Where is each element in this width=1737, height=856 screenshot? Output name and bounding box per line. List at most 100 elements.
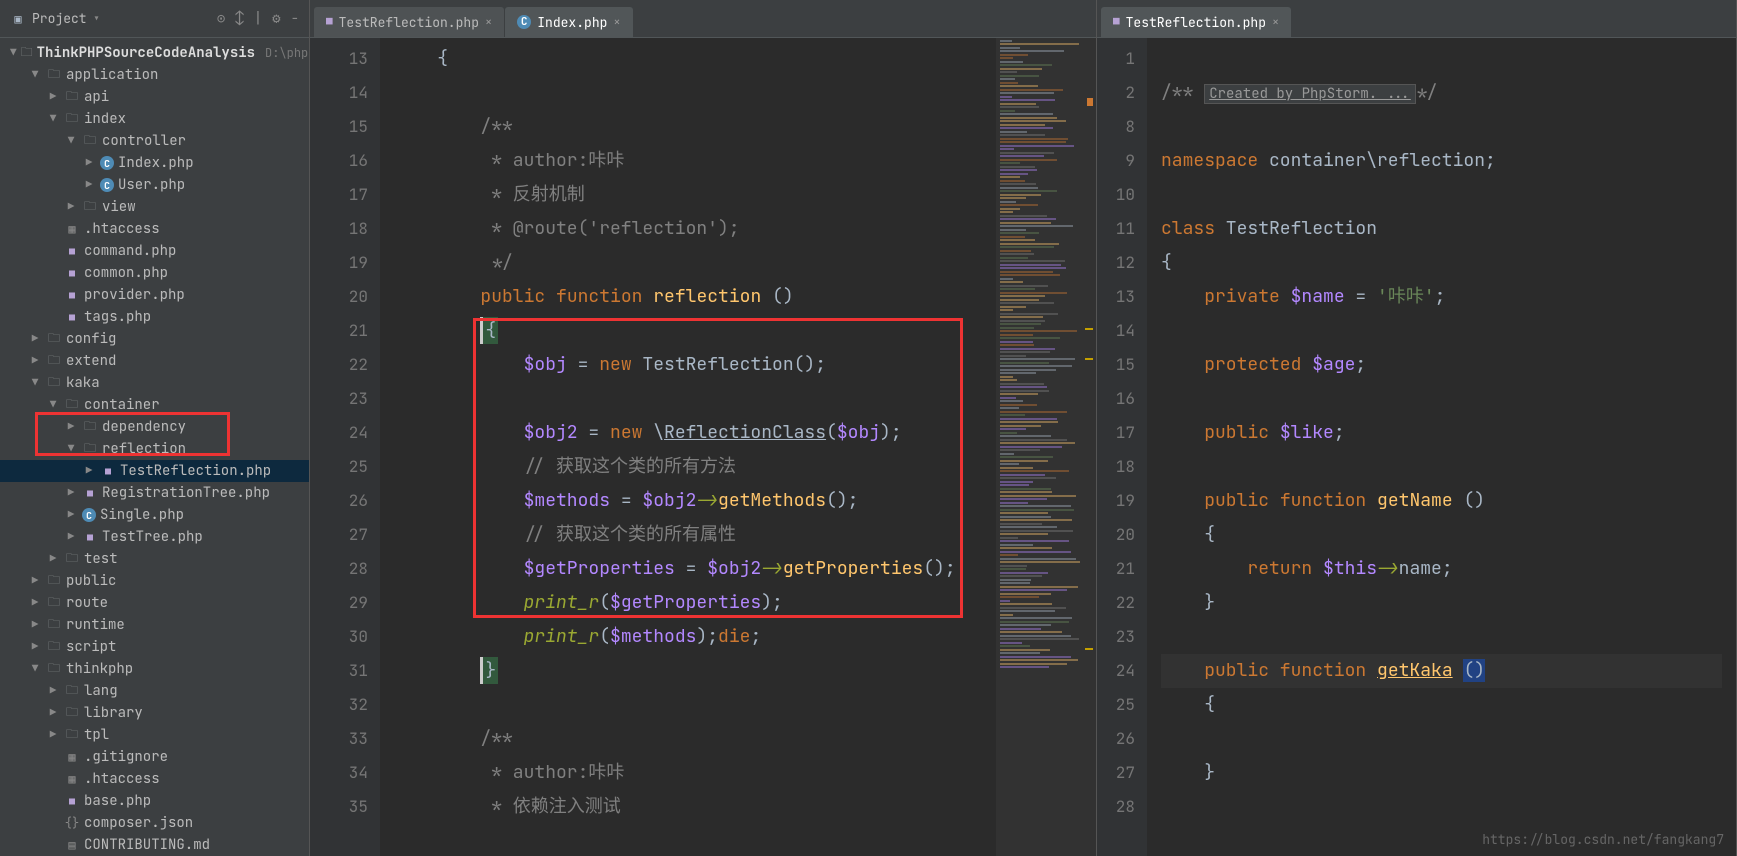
chevron-icon[interactable]: ▶ <box>64 508 78 522</box>
tree-item[interactable]: ▼🗀container <box>0 394 309 416</box>
annotation-marker[interactable] <box>1085 358 1093 360</box>
chevron-icon[interactable]: ▶ <box>28 596 42 610</box>
collapse-icon[interactable]: ↕ <box>235 10 243 28</box>
tree-item[interactable]: ▶🗀config <box>0 328 309 350</box>
tree-item[interactable]: ■tags.php <box>0 306 309 328</box>
chevron-icon[interactable]: ▶ <box>82 156 96 170</box>
right-code-area[interactable]: 1289101112131415161718192021222324252627… <box>1097 38 1736 856</box>
tree-item[interactable]: ▼🗀thinkphp <box>0 658 309 680</box>
tree-item[interactable]: ▶CUser.php <box>0 174 309 196</box>
chevron-icon[interactable]: ▶ <box>64 420 78 434</box>
tree-item[interactable]: ▶CSingle.php <box>0 504 309 526</box>
tab[interactable]: ■ TestReflection.php × <box>1101 7 1291 37</box>
tree-item[interactable]: ▦.htaccess <box>0 218 309 240</box>
chevron-icon[interactable]: ▶ <box>64 200 78 214</box>
target-icon[interactable]: ⊙ <box>217 10 225 28</box>
hide-icon[interactable]: − <box>291 10 299 28</box>
chevron-icon[interactable]: ▶ <box>82 178 96 192</box>
tree-item[interactable]: ■provider.php <box>0 284 309 306</box>
tree-item[interactable]: ▶CIndex.php <box>0 152 309 174</box>
gear-icon[interactable]: ⚙ <box>272 10 280 28</box>
chevron-icon[interactable]: ▶ <box>28 354 42 368</box>
tab[interactable]: ■TestReflection.php× <box>314 7 504 37</box>
tree-label: view <box>102 198 136 216</box>
main-code[interactable]: { /** * author:咔咔 * 反射机制 * @route('refle… <box>380 38 996 856</box>
project-icon: ▣ <box>10 11 26 27</box>
chevron-icon[interactable]: ▼ <box>64 442 78 456</box>
tree-item[interactable]: ▶🗀test <box>0 548 309 570</box>
chevron-icon[interactable]: ▶ <box>46 728 60 742</box>
tree-item[interactable]: ▶🗀runtime <box>0 614 309 636</box>
tree-item[interactable]: ■common.php <box>0 262 309 284</box>
tree-label: route <box>66 594 108 612</box>
chevron-icon[interactable]: ▶ <box>46 706 60 720</box>
tree-label: common.php <box>84 264 168 282</box>
class-icon: C <box>82 508 96 522</box>
chevron-icon[interactable]: ▶ <box>46 684 60 698</box>
php-icon: ■ <box>1113 15 1120 29</box>
chevron-icon[interactable]: ▼ <box>64 134 78 148</box>
close-icon[interactable]: × <box>1272 14 1279 30</box>
tree-item[interactable]: ▶🗀view <box>0 196 309 218</box>
tree-item[interactable]: ■base.php <box>0 790 309 812</box>
tree-label: kaka <box>66 374 100 392</box>
close-icon[interactable]: × <box>613 14 620 30</box>
chevron-icon[interactable]: ▼ <box>10 46 17 60</box>
tree-item[interactable]: ▶■RegistrationTree.php <box>0 482 309 504</box>
chevron-down-icon[interactable]: ▾ <box>93 10 101 27</box>
chevron-icon[interactable]: ▼ <box>46 112 60 126</box>
tree-item[interactable]: ▼🗀reflection <box>0 438 309 460</box>
chevron-icon[interactable]: ▶ <box>28 618 42 632</box>
divider-icon: | <box>254 10 262 28</box>
annotation-marker[interactable] <box>1085 648 1093 650</box>
tree-item[interactable]: ▶🗀extend <box>0 350 309 372</box>
close-icon[interactable]: × <box>485 14 492 30</box>
chevron-icon[interactable]: ▶ <box>64 530 78 544</box>
tree-item[interactable]: ▶■TestReflection.php <box>0 460 309 482</box>
chevron-icon[interactable]: ▼ <box>46 398 60 412</box>
annotation-marker[interactable] <box>1085 328 1093 330</box>
chevron-icon[interactable]: ▼ <box>28 68 42 82</box>
chevron-icon[interactable]: ▶ <box>28 640 42 654</box>
chevron-icon[interactable]: ▼ <box>28 376 42 390</box>
project-title: Project <box>32 10 87 27</box>
tree-item[interactable]: ▶🗀public <box>0 570 309 592</box>
chevron-icon[interactable]: ▶ <box>82 464 96 478</box>
tree-item[interactable]: ▶🗀tpl <box>0 724 309 746</box>
tree-item[interactable]: ▤CONTRIBUTING.md <box>0 834 309 856</box>
project-tree[interactable]: ▼🗀ThinkPHPSourceCodeAnalysisD:\phpstudy_… <box>0 38 309 856</box>
chevron-icon[interactable]: ▶ <box>28 574 42 588</box>
chevron-icon[interactable]: ▶ <box>28 332 42 346</box>
folder-icon: 🗀 <box>64 111 80 127</box>
right-code[interactable]: /** Created by PhpStorm. ...*/namespace … <box>1147 38 1736 856</box>
tree-item[interactable]: ▼🗀application <box>0 64 309 86</box>
main-code-area[interactable]: 1314151617181920212223242526272829303132… <box>310 38 1096 856</box>
tree-item[interactable]: ▶🗀library <box>0 702 309 724</box>
tree-item[interactable]: ▶🗀lang <box>0 680 309 702</box>
tab[interactable]: CIndex.php× <box>505 7 632 37</box>
chevron-icon[interactable]: ▶ <box>46 90 60 104</box>
folder-icon: 🗀 <box>46 67 62 83</box>
tree-item[interactable]: ▦.htaccess <box>0 768 309 790</box>
tree-item[interactable]: ▶🗀script <box>0 636 309 658</box>
tree-item[interactable]: ▼🗀controller <box>0 130 309 152</box>
tree-item[interactable]: ▦.gitignore <box>0 746 309 768</box>
tree-item[interactable]: ▼🗀ThinkPHPSourceCodeAnalysisD:\phpstudy_… <box>0 42 309 64</box>
tree-item[interactable]: ▼🗀kaka <box>0 372 309 394</box>
right-gutter: 1289101112131415161718192021222324252627… <box>1097 38 1147 856</box>
chevron-icon[interactable]: ▼ <box>28 662 42 676</box>
chevron-icon[interactable]: ▶ <box>64 486 78 500</box>
tree-label: runtime <box>66 616 125 634</box>
annotation-marker[interactable] <box>1087 98 1093 106</box>
chevron-icon[interactable]: ▶ <box>46 552 60 566</box>
tree-item[interactable]: ▶🗀dependency <box>0 416 309 438</box>
tree-label: CONTRIBUTING.md <box>84 836 210 854</box>
tree-item[interactable]: ▶🗀api <box>0 86 309 108</box>
tree-item[interactable]: ▼🗀index <box>0 108 309 130</box>
tree-item[interactable]: {}composer.json <box>0 812 309 834</box>
tree-item[interactable]: ▶■TestTree.php <box>0 526 309 548</box>
minimap[interactable] <box>996 38 1096 856</box>
tree-item[interactable]: ■command.php <box>0 240 309 262</box>
tab-label: TestReflection.php <box>1126 14 1266 31</box>
tree-item[interactable]: ▶🗀route <box>0 592 309 614</box>
